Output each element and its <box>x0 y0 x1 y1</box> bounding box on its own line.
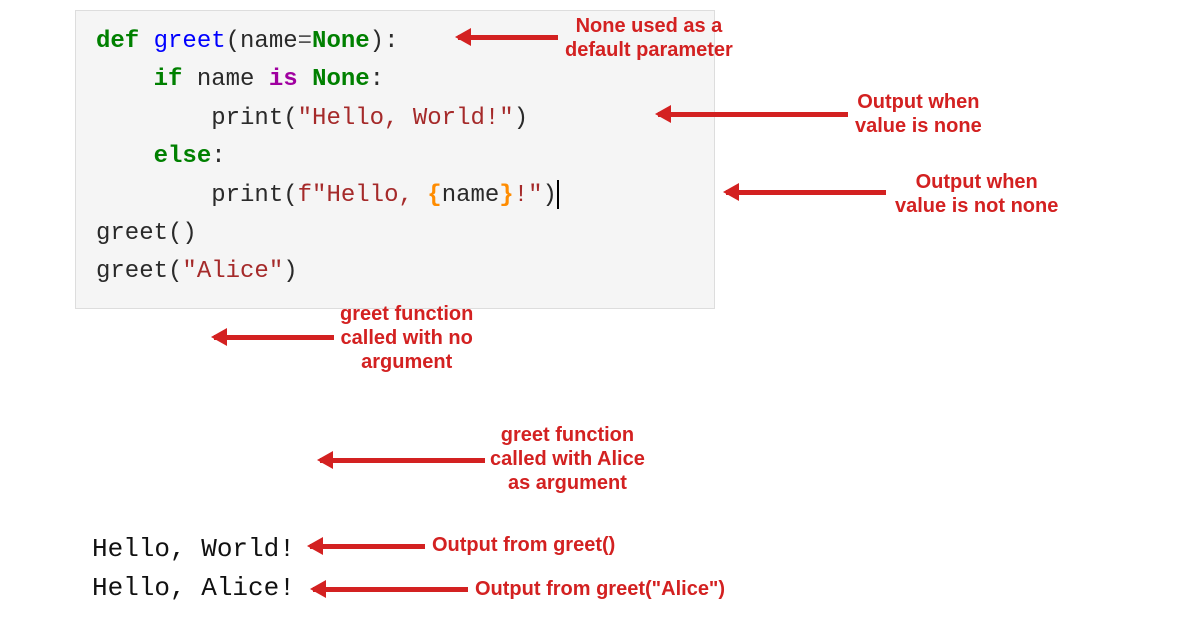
arrow-icon <box>313 587 468 592</box>
brace-open: { <box>427 182 441 209</box>
annotation-output-greet-alice: Output from greet("Alice") <box>475 577 725 601</box>
arrow-icon <box>320 458 485 463</box>
annotation-output-greet: Output from greet() <box>432 533 615 557</box>
paren-close: ) <box>370 28 384 55</box>
keyword-else: else <box>154 143 212 170</box>
space <box>254 66 268 93</box>
code-line-3: print("Hello, World!") <box>96 100 694 138</box>
code-line-4: else: <box>96 138 694 176</box>
name-var: name <box>197 66 255 93</box>
output-block: Hello, World! Hello, Alice! <box>92 530 295 608</box>
code-line-7: greet() <box>96 215 694 253</box>
paren-close: ) <box>514 105 528 132</box>
print-call: print <box>211 182 283 209</box>
code-line-2: if name is None: <box>96 61 694 99</box>
string-arg: "Alice" <box>182 258 283 285</box>
string-part: Hello, <box>326 182 427 209</box>
paren-open: ( <box>283 182 297 209</box>
none-keyword: None <box>312 28 370 55</box>
indent <box>96 66 154 93</box>
greet-call: greet <box>96 220 168 247</box>
output-line-2: Hello, Alice! <box>92 569 295 608</box>
equals: = <box>298 28 312 55</box>
colon: : <box>370 66 384 93</box>
none-keyword: None <box>312 66 370 93</box>
annotation-call-alice-arg: greet functioncalled with Aliceas argume… <box>490 423 645 495</box>
code-line-9: greet("Alice") <box>96 253 694 291</box>
string-part: ! <box>514 182 528 209</box>
paren-open: ( <box>168 258 182 285</box>
arrow-icon <box>658 112 848 117</box>
paren-close: ) <box>283 258 297 285</box>
annotation-default-param: None used as adefault parameter <box>565 14 733 62</box>
code-line-5: print(f"Hello, {name}!") <box>96 177 694 215</box>
annotation-call-no-arg: greet functioncalled with noargument <box>340 302 473 374</box>
text-cursor <box>557 180 559 209</box>
annotation-output-none: Output whenvalue is none <box>855 90 982 138</box>
print-call: print <box>211 105 283 132</box>
space <box>298 66 312 93</box>
indent <box>96 105 211 132</box>
paren-close: ) <box>543 182 557 209</box>
param-name: name <box>240 28 298 55</box>
indent <box>96 182 211 209</box>
greet-call: greet <box>96 258 168 285</box>
paren-open: ( <box>168 220 182 247</box>
paren-open: ( <box>226 28 240 55</box>
brace-close: } <box>499 182 513 209</box>
quote-close: " <box>528 182 542 209</box>
annotation-output-not-none: Output whenvalue is not none <box>895 170 1058 218</box>
quote-open: " <box>312 182 326 209</box>
indent <box>96 143 154 170</box>
keyword-def: def <box>96 28 154 55</box>
arrow-icon <box>726 190 886 195</box>
colon: : <box>384 28 398 55</box>
colon: : <box>211 143 225 170</box>
arrow-icon <box>310 544 425 549</box>
keyword-is: is <box>269 66 298 93</box>
function-name: greet <box>154 28 226 55</box>
paren-close: ) <box>182 220 196 247</box>
output-line-1: Hello, World! <box>92 530 295 569</box>
arrow-icon <box>458 35 558 40</box>
paren-open: ( <box>283 105 297 132</box>
arrow-icon <box>214 335 334 340</box>
string-literal: "Hello, World!" <box>298 105 514 132</box>
keyword-if: if <box>154 66 197 93</box>
interpolation: name <box>442 182 500 209</box>
fstring-prefix: f <box>298 182 312 209</box>
